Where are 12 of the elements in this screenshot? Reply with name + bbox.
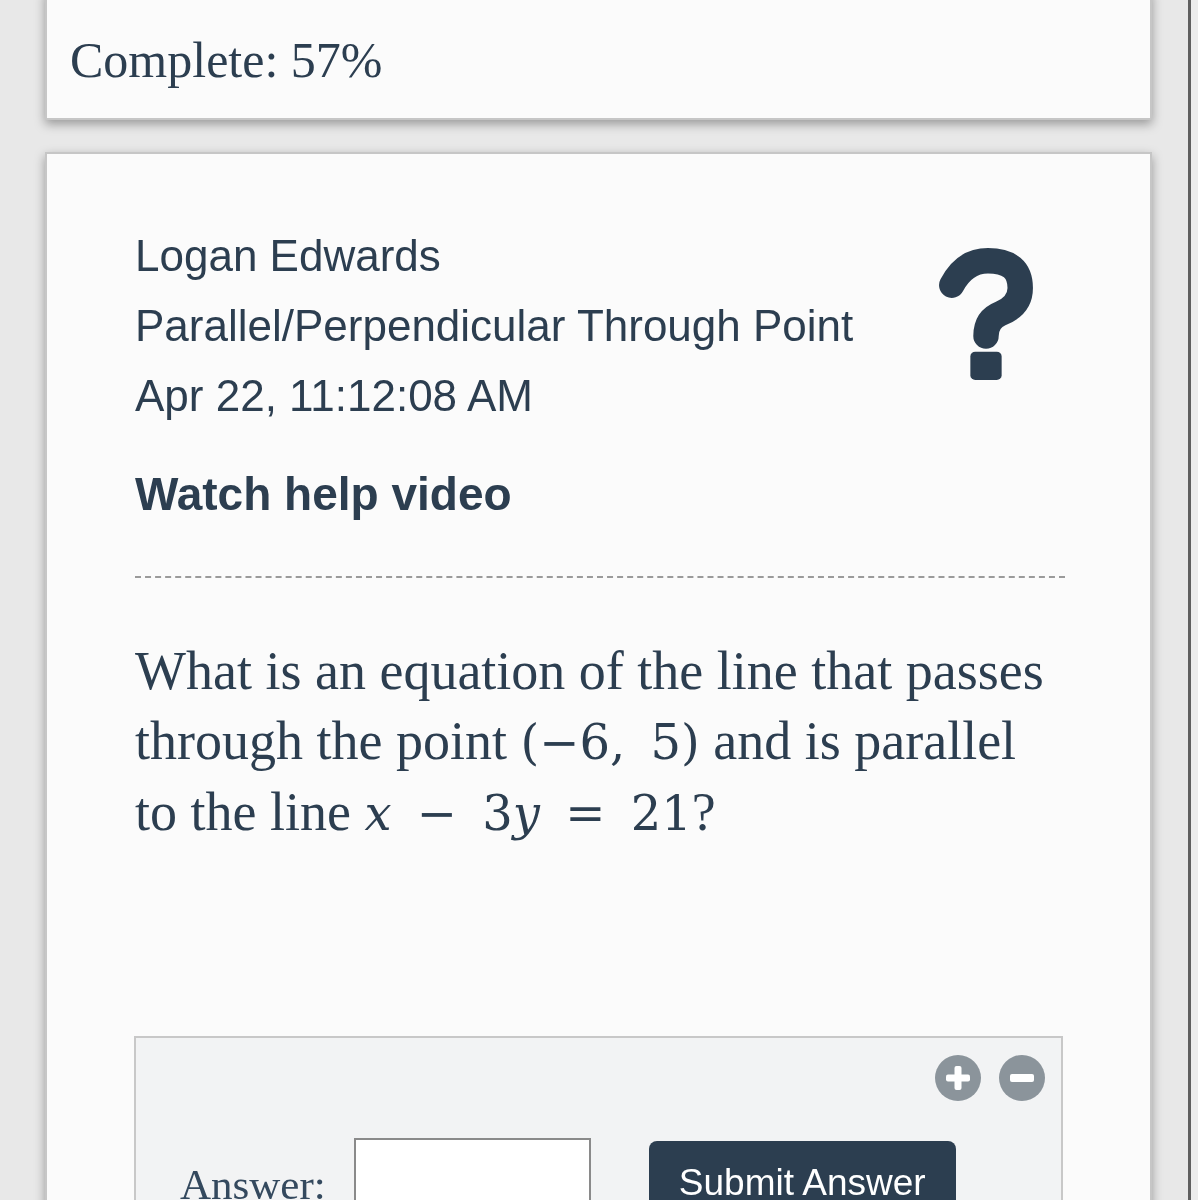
question-text: What is an equation of the line that passes through the point (−6, 5) and is parallel to the line x − 3y = 21? bbox=[135, 640, 1045, 844]
question-mark-icon[interactable] bbox=[937, 248, 1035, 381]
assignment-title: Parallel/Perpendicular Through Point bbox=[135, 300, 854, 352]
completion-text: Complete: 57% bbox=[70, 31, 383, 90]
answer-input-field[interactable] bbox=[353, 1138, 591, 1200]
minus-circle-icon[interactable] bbox=[999, 1055, 1045, 1101]
timestamp: Apr 22, 11:12:08 AM bbox=[135, 370, 533, 422]
answer-label: Answer: bbox=[180, 1160, 326, 1200]
submit-answer-button[interactable]: Submit Answer bbox=[648, 1141, 956, 1200]
help-video-link[interactable]: Watch help video bbox=[135, 468, 512, 520]
plus-circle-icon[interactable] bbox=[935, 1055, 981, 1101]
student-name: Logan Edwards bbox=[135, 230, 441, 282]
